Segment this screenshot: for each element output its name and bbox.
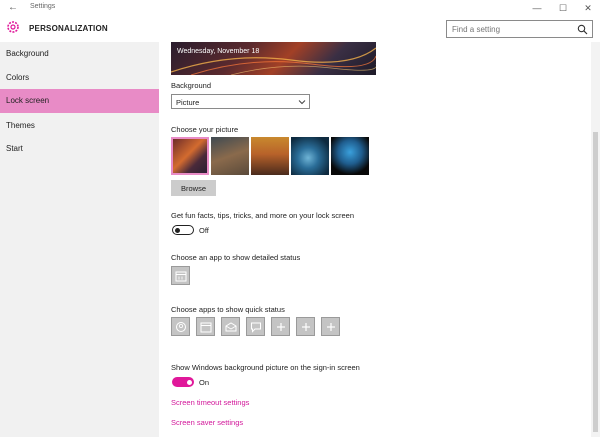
signin-background-label: Show Windows background picture on the s… xyxy=(171,363,360,372)
plus-icon xyxy=(302,323,310,331)
minimize-button[interactable]: — xyxy=(527,1,547,15)
screen-saver-link[interactable]: Screen saver settings xyxy=(171,418,243,427)
search-icon[interactable] xyxy=(577,24,588,35)
background-dropdown[interactable]: Picture xyxy=(171,94,310,109)
fun-facts-toggle[interactable] xyxy=(172,225,194,235)
choose-picture-label: Choose your picture xyxy=(171,125,239,134)
signin-background-state: On xyxy=(199,378,210,387)
browse-button[interactable]: Browse xyxy=(171,180,216,196)
calendar-icon xyxy=(200,322,212,333)
picture-thumbnail-4[interactable] xyxy=(291,137,329,175)
plus-icon xyxy=(277,323,285,331)
maximize-button[interactable]: ☐ xyxy=(553,1,573,15)
scrollbar-thumb[interactable] xyxy=(593,132,598,432)
sidebar-item-colors[interactable]: Colors xyxy=(0,66,159,90)
sidebar-item-start[interactable]: Start xyxy=(0,137,159,161)
screen-timeout-link[interactable]: Screen timeout settings xyxy=(171,398,249,407)
people-icon xyxy=(176,322,186,332)
picture-thumbnail-2[interactable] xyxy=(211,137,249,175)
search-input[interactable] xyxy=(446,20,593,38)
quick-status-tile-1[interactable] xyxy=(171,317,190,336)
plus-icon xyxy=(327,323,335,331)
quick-status-tile-3[interactable] xyxy=(221,317,240,336)
sidebar-item-background[interactable]: Background xyxy=(0,42,159,66)
close-button[interactable]: ✕ xyxy=(578,1,598,15)
signin-background-toggle[interactable] xyxy=(172,377,194,387)
back-icon[interactable]: ← xyxy=(6,1,20,15)
preview-image xyxy=(171,47,376,75)
window-title: Settings xyxy=(30,3,56,10)
quick-status-add-1[interactable] xyxy=(271,317,290,336)
picture-thumbnail-1[interactable] xyxy=(171,137,209,175)
mail-icon xyxy=(225,322,237,332)
page-title: PERSONALIZATION xyxy=(29,24,108,33)
detailed-status-app-tile[interactable] xyxy=(171,266,190,285)
fun-facts-label: Get fun facts, tips, tricks, and more on… xyxy=(171,211,354,220)
lock-screen-preview: Wednesday, November 18 xyxy=(171,42,376,75)
sidebar-item-themes[interactable]: Themes xyxy=(0,114,159,138)
quick-status-add-2[interactable] xyxy=(296,317,315,336)
quick-status-tile-2[interactable] xyxy=(196,317,215,336)
picture-thumbnail-3[interactable] xyxy=(251,137,289,175)
quick-status-label: Choose apps to show quick status xyxy=(171,305,285,314)
fun-facts-state: Off xyxy=(199,226,209,235)
sidebar-item-lock-screen[interactable]: Lock screen xyxy=(0,89,159,113)
quick-status-tile-4[interactable] xyxy=(246,317,265,336)
scrollbar[interactable] xyxy=(591,42,600,437)
toggle-knob xyxy=(187,379,192,385)
picture-thumbnail-5[interactable] xyxy=(331,137,369,175)
calendar-icon xyxy=(175,271,187,282)
sidebar: Background Colors Lock screen Themes Sta… xyxy=(0,42,159,437)
title-bar: ← Settings — ☐ ✕ xyxy=(0,0,600,16)
background-label: Background xyxy=(171,81,212,90)
toggle-knob xyxy=(175,227,180,233)
detailed-status-label: Choose an app to show detailed status xyxy=(171,253,301,262)
app-header: PERSONALIZATION xyxy=(0,16,600,42)
preview-date: Wednesday, November 18 xyxy=(177,48,260,55)
chat-icon xyxy=(251,322,261,333)
background-dropdown-value: Picture xyxy=(176,98,200,107)
quick-status-add-3[interactable] xyxy=(321,317,340,336)
chevron-down-icon xyxy=(298,100,306,105)
gear-icon xyxy=(7,21,19,33)
